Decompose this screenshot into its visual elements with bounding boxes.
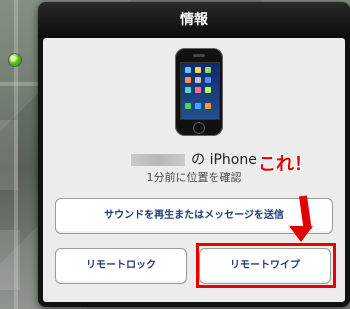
- app-icon: [185, 87, 191, 93]
- app-icon: [185, 67, 191, 73]
- annotation-arrow-head-icon: [289, 226, 313, 242]
- app-icon: [195, 77, 201, 83]
- annotation-text: これ！: [258, 154, 312, 175]
- remote-lock-button[interactable]: リモートロック: [55, 248, 187, 284]
- home-button-icon: [193, 122, 205, 134]
- app-icon: [195, 87, 201, 93]
- app-icon: [195, 67, 201, 73]
- app-icon: [205, 67, 211, 73]
- app-icon: [195, 103, 201, 109]
- location-pin-icon[interactable]: [9, 54, 21, 66]
- redacted-owner-name: [131, 154, 186, 166]
- speaker-slot: [193, 54, 205, 57]
- app-icon: [185, 103, 191, 109]
- device-name-suffix: の iPhone: [191, 152, 257, 168]
- remote-wipe-highlight: [196, 243, 336, 288]
- phone-screen: [180, 62, 220, 120]
- popover-title: 情報: [38, 2, 350, 38]
- iphone-icon: [175, 48, 223, 136]
- app-icon: [205, 103, 211, 109]
- map-road: [14, 0, 18, 309]
- map-road: [0, 82, 38, 86]
- app-icon: [205, 77, 211, 83]
- app-icon: [185, 77, 191, 83]
- app-icon: [205, 87, 211, 93]
